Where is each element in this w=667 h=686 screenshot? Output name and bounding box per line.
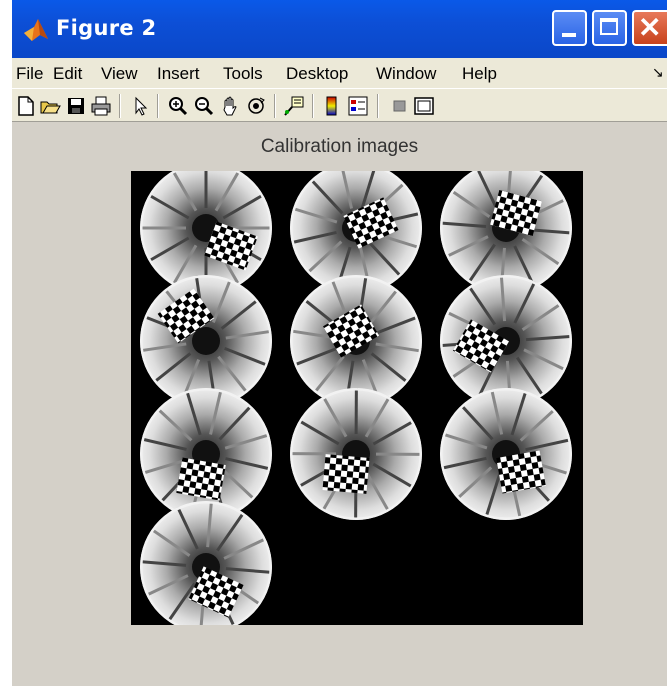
colorbar-icon[interactable] [321, 95, 343, 117]
calibration-image-tile [140, 275, 272, 407]
toolbar-separator [377, 94, 379, 118]
minimize-icon [562, 33, 576, 37]
menu-insert[interactable]: Insert [157, 64, 200, 84]
hide-plot-tools-icon[interactable] [389, 95, 411, 117]
maximize-icon [600, 18, 618, 35]
toolbar-separator [274, 94, 276, 118]
calibration-image-tile [440, 275, 572, 407]
calibration-image-tile [140, 388, 272, 520]
menu-file[interactable]: File [16, 64, 43, 84]
calibration-images-axes[interactable] [131, 162, 583, 633]
toolbar-separator [312, 94, 314, 118]
figure-window: Figure 2 ✕ File Edit View Insert Tools D… [12, 0, 667, 686]
new-figure-icon[interactable] [15, 95, 37, 117]
matlab-logo-icon [24, 19, 48, 41]
toolbar-separator [157, 94, 159, 118]
print-icon[interactable] [90, 95, 112, 117]
minimize-button[interactable] [552, 10, 587, 46]
maximize-button[interactable] [592, 10, 627, 46]
title-bar[interactable]: Figure 2 ✕ [12, 0, 667, 58]
checkerboard-pattern [176, 457, 226, 501]
close-icon: ✕ [638, 12, 662, 43]
menu-bar: File Edit View Insert Tools Desktop Wind… [12, 58, 667, 88]
calibration-image-montage [140, 162, 572, 633]
pointer-icon[interactable] [129, 95, 151, 117]
rotate-3d-icon[interactable] [245, 95, 267, 117]
menu-edit[interactable]: Edit [53, 64, 82, 84]
menu-help[interactable]: Help [462, 64, 497, 84]
figure-toolbar [12, 88, 667, 122]
open-file-icon[interactable] [39, 95, 61, 117]
calibration-image-tile [440, 388, 572, 520]
menu-desktop[interactable]: Desktop [286, 64, 348, 84]
data-cursor-icon[interactable] [283, 95, 305, 117]
calibration-image-tile [290, 388, 422, 520]
figure-title: Calibration images [260, 136, 419, 157]
save-icon[interactable] [65, 95, 87, 117]
zoom-out-icon[interactable] [193, 95, 215, 117]
pan-hand-icon[interactable] [219, 95, 241, 117]
menu-window[interactable]: Window [376, 64, 436, 84]
menu-view[interactable]: View [101, 64, 138, 84]
calibration-image-tile [290, 275, 422, 407]
zoom-in-icon[interactable] [167, 95, 189, 117]
toolbar-separator [119, 94, 121, 118]
close-button[interactable]: ✕ [632, 10, 667, 46]
show-plot-tools-icon[interactable] [413, 95, 435, 117]
window-title: Figure 2 [56, 16, 157, 40]
calibration-image-tile [140, 501, 272, 633]
checkerboard-pattern [496, 450, 546, 494]
checkerboard-pattern [322, 454, 370, 494]
menu-tools[interactable]: Tools [223, 64, 263, 84]
legend-icon[interactable] [347, 95, 369, 117]
menu-overflow-icon[interactable]: ↘ [652, 64, 664, 81]
